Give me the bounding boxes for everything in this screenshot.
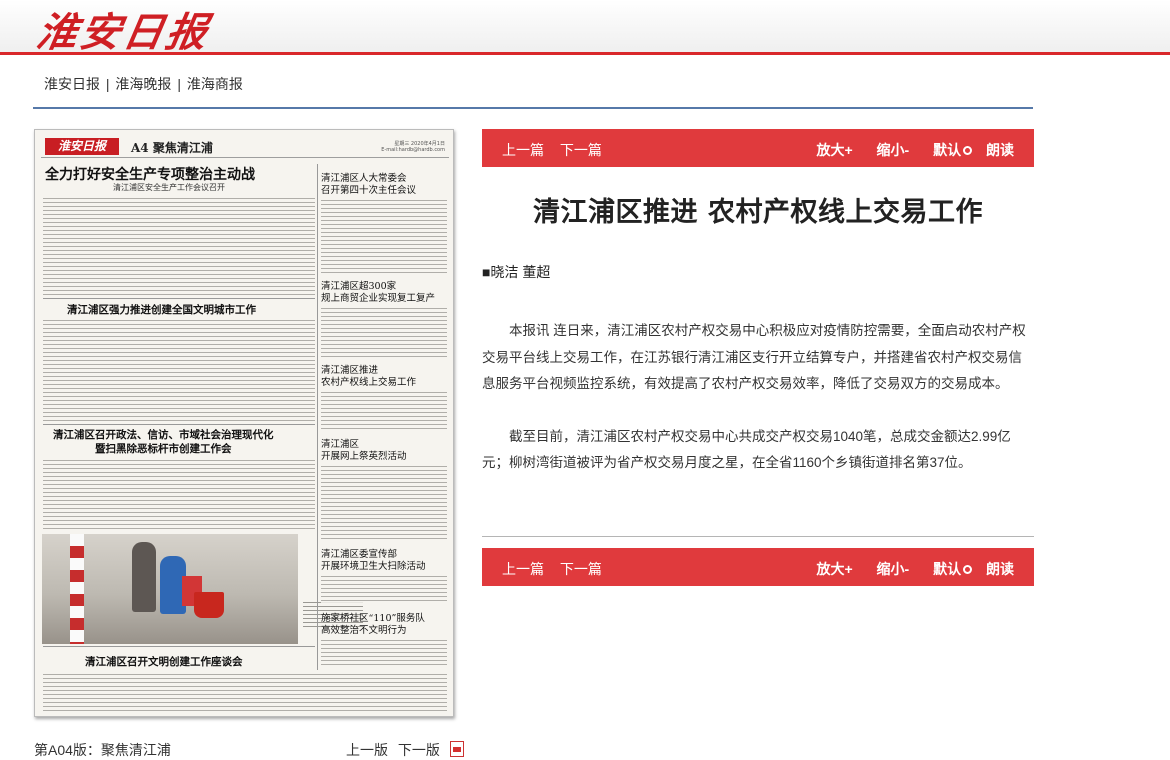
paper-side-headline-3b[interactable]: 农村产权线上交易工作 [321, 374, 416, 388]
next-article-link[interactable]: 下一篇 [560, 561, 602, 577]
article-author: ■晓洁 董超 [482, 264, 551, 280]
zoom-out-label: 缩小- [876, 142, 910, 158]
zoom-in-button[interactable]: 放大+ [816, 561, 852, 577]
next-page-link[interactable]: 下一版 [398, 742, 440, 758]
article-title: 清江浦区推进 农村产权线上交易工作 [533, 197, 983, 228]
ring-icon [963, 146, 973, 155]
prev-article-link[interactable]: 上一篇 [502, 561, 544, 577]
zoom-out-label: 缩小- [876, 561, 910, 577]
paper-text-block [43, 196, 315, 296]
paper-side-headline-2b[interactable]: 规上商贸企业实现复工复产 [321, 290, 435, 304]
article-paragraph: 本报讯 连日来，清江浦区农村产权交易中心积极应对疫情防控需要，全面启动农村产权交… [482, 323, 1026, 391]
zoom-out-button[interactable]: 缩小- [867, 142, 910, 158]
paper-masthead: 淮安日报 A4 聚焦清江浦 星期三 2020年4月1日 E-mail:hardb… [41, 136, 449, 158]
paper-logo: 淮安日报 [45, 138, 119, 155]
nav-divider [33, 107, 1033, 109]
article-divider [482, 536, 1034, 537]
paper-meta-email: E-mail:hardb@hardb.com [381, 147, 445, 153]
default-size-button[interactable]: 默认 [923, 561, 973, 577]
paper-headline-main-sub: 清江浦区安全生产工作会议召开 [113, 183, 225, 192]
paper-text-block [43, 458, 315, 530]
paper-meta: 星期三 2020年4月1日 E-mail:hardb@hardb.com [381, 141, 445, 153]
photo-person [132, 542, 156, 612]
paper-text-block [321, 306, 447, 358]
masthead-bar: 淮安日报 [0, 0, 1170, 58]
default-size-button[interactable]: 默认 [923, 142, 973, 158]
site-logo[interactable]: 淮安日报 [33, 0, 215, 58]
nav-separator: | [105, 76, 110, 92]
paper-column-rule [317, 164, 318, 670]
paper-side-headline-5b[interactable]: 开展环境卫生大扫除活动 [321, 558, 426, 572]
paper-text-block [321, 198, 447, 276]
article-body: 本报讯 连日来，清江浦区农村产权交易中心积极应对疫情防控需要，全面启动农村产权交… [482, 318, 1034, 503]
zoom-in-button[interactable]: 放大+ [816, 142, 852, 158]
read-aloud-button[interactable]: 朗读 [986, 561, 1014, 577]
article-toolbar-bottom: 上一篇 下一篇 放大+ 缩小- 默认 朗读 [482, 548, 1034, 586]
paper-photo [42, 534, 298, 644]
paper-text-block [321, 390, 447, 430]
paper-headline-2[interactable]: 清江浦区强力推进创建全国文明城市工作 [67, 302, 256, 317]
photo-pole [70, 534, 84, 644]
paper-headline-3b[interactable]: 暨扫黑除恶标杆市创建工作会 [95, 441, 232, 456]
paper-side-headline-4b[interactable]: 开展网上祭英烈活动 [321, 448, 407, 462]
paper-side-headline-6b[interactable]: 高效整治不文明行为 [321, 622, 407, 636]
nav-link-huaian-daily[interactable]: 淮安日报 [44, 76, 100, 92]
next-article-link[interactable]: 下一篇 [560, 142, 602, 158]
paper-text-block [321, 574, 447, 604]
read-aloud-button[interactable]: 朗读 [986, 142, 1014, 158]
paper-text-block [43, 318, 315, 422]
zoom-out-button[interactable]: 缩小- [867, 561, 910, 577]
article-paragraph: 截至目前，清江浦区农村产权交易中心共成交产权交易1040笔，总成交金额达2.99… [482, 428, 1011, 471]
nav-link-huaihai-business[interactable]: 淮海商报 [187, 76, 243, 92]
paper-text-block [321, 464, 447, 540]
paper-headline-4[interactable]: 清江浦区召开文明创建工作座谈会 [85, 654, 243, 669]
default-size-label: 默认 [933, 142, 962, 158]
prev-article-link[interactable]: 上一篇 [502, 142, 544, 158]
site-nav: 淮安日报 | 淮海晚报 | 淮海商报 [44, 74, 243, 94]
paper-text-block [43, 672, 447, 712]
paper-section-title: A4 聚焦清江浦 [131, 141, 213, 155]
paper-side-headline-1b[interactable]: 召开第四十次主任会议 [321, 182, 416, 196]
ring-icon [963, 565, 973, 574]
article-toolbar-top: 上一篇 下一篇 放大+ 缩小- 默认 朗读 [482, 129, 1034, 167]
photo-bucket [194, 592, 224, 618]
paper-headline-main[interactable]: 全力打好安全生产专项整治主动战 [45, 164, 255, 184]
paper-headline-3a[interactable]: 清江浦区召开政法、信访、市域社会治理现代化 [53, 427, 274, 442]
nav-separator: | [177, 76, 181, 92]
newspaper-page-thumbnail[interactable]: 淮安日报 A4 聚焦清江浦 星期三 2020年4月1日 E-mail:hardb… [34, 129, 454, 717]
default-size-label: 默认 [933, 561, 962, 577]
prev-page-link[interactable]: 上一版 [346, 742, 388, 758]
page-info: 第A04版：聚焦清江浦 [34, 742, 171, 758]
paper-text-block [321, 638, 447, 668]
paper-rule [43, 298, 315, 299]
nav-link-huaihai-evening[interactable]: 淮海晚报 [115, 76, 171, 92]
paper-rule [43, 646, 315, 647]
paper-rule [43, 424, 315, 425]
page-nav: 上一版 下一版 [346, 740, 470, 760]
